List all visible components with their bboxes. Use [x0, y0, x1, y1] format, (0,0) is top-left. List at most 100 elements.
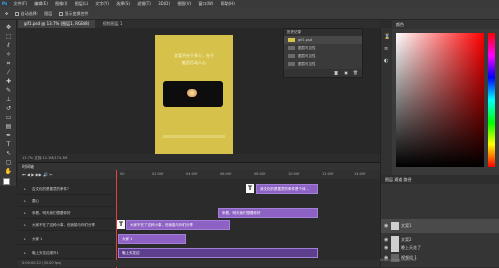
- color-panel: 颜色: [392, 20, 499, 175]
- ruler-tick: 02:00f: [152, 172, 164, 176]
- artboard[interactable]: 文案不在于多少，在于 能否打动人心: [155, 35, 233, 155]
- tab-video-layer[interactable]: 视频图层 1: [97, 20, 129, 28]
- text-layer-icon: T: [117, 220, 125, 229]
- timeline-footer: 0:00:00:12 (30.00 fps): [18, 260, 380, 267]
- move-tool-icon[interactable]: ✥: [5, 7, 8, 20]
- track-label[interactable]: ▸ 来看，明天我们想要你好: [18, 207, 114, 219]
- gradient-icon[interactable]: ▤: [3, 123, 14, 131]
- healing-icon[interactable]: ✚: [3, 78, 14, 86]
- history-item[interactable]: gif1.psd: [284, 36, 362, 44]
- artboard-caption-bar: [163, 135, 225, 138]
- video-frame: [163, 81, 223, 107]
- color-panel-title: 颜色: [392, 20, 499, 29]
- trash-icon[interactable]: 🗑: [353, 70, 358, 75]
- track-name: 大家不在了这种小事，但我能与你们分享: [32, 223, 95, 227]
- hue-slider[interactable]: [488, 33, 495, 167]
- history-item[interactable]: 图层可见性: [284, 52, 362, 60]
- foreground-color-swatch[interactable]: [3, 178, 10, 185]
- menu-layer[interactable]: 图层(L): [75, 0, 88, 7]
- history-brush-icon[interactable]: ↺: [3, 105, 14, 113]
- color-field[interactable]: [396, 33, 484, 167]
- eraser-icon[interactable]: ▭: [3, 114, 14, 122]
- timeline-clip[interactable]: 我文化的是善意的条件是个体...: [256, 184, 318, 194]
- brush-icon[interactable]: ✎: [3, 87, 14, 95]
- new-state-icon[interactable]: ▣: [344, 70, 348, 75]
- menu-window[interactable]: 窗口(W): [198, 0, 213, 7]
- menu-3d[interactable]: 3D(D): [158, 0, 170, 7]
- tools-panel: ✥ ⬚ ℓ ✧ ⌗ ⁄ ✚ ✎ ⊥ ↺ ▭ ▤ ✒ T ↖ ▢ ✋: [0, 20, 17, 186]
- crop-icon[interactable]: ⌗: [3, 60, 14, 68]
- timeline-panel: 时间轴 ⏮ ◀ ▶ ▶▶ 🔊 ✂ 00 02:00f 04:00f 06:00f…: [18, 162, 380, 268]
- timeline-clip[interactable]: 大家不在了这种小事，但我能与你们分享: [126, 220, 230, 230]
- adjustments-icon[interactable]: ◐: [384, 58, 388, 64]
- move-icon[interactable]: ✥: [3, 24, 14, 32]
- properties-icon[interactable]: ≡: [384, 46, 388, 52]
- timeline-clip[interactable]: 大家 1: [118, 234, 186, 244]
- history-item[interactable]: 图层可见性: [284, 60, 362, 68]
- layers-tabs[interactable]: 图层 通道 路径: [381, 175, 499, 184]
- lamp-image: [187, 89, 197, 97]
- history-title: 历史记录: [284, 29, 362, 36]
- history-panel-icon[interactable]: ⌛: [384, 34, 390, 40]
- tab-document[interactable]: gif1.psd @ 13.7% (图层1, RGB/8): [18, 20, 96, 28]
- text-layer-icon: T: [246, 184, 254, 193]
- menu-view[interactable]: 视图(V): [177, 0, 191, 7]
- menu-file[interactable]: 文件(F): [14, 0, 27, 7]
- timeline-title: 时间轴: [18, 163, 380, 170]
- track-label[interactable]: ▸ 晚上天花边绿升1: [18, 247, 114, 259]
- pen-icon[interactable]: ✒: [3, 132, 14, 140]
- playhead[interactable]: [116, 170, 117, 268]
- auto-select-checkbox[interactable]: 自动选择:: [14, 7, 38, 20]
- expand-arrow-icon[interactable]: ▸: [24, 247, 26, 258]
- layers-panel: 图层 通道 路径 ◉ 文案1 ◉ 文案2 ◉ 晚上天花了 ◉ 视频组 1: [380, 175, 499, 267]
- expand-arrow-icon[interactable]: ▸: [24, 183, 26, 194]
- eye-icon[interactable]: ◉: [384, 219, 388, 233]
- camera-icon[interactable]: ◙: [334, 70, 338, 75]
- timeline-ruler[interactable]: 00 02:00f 04:00f 06:00f 08:00f 10:00f 12…: [114, 170, 380, 179]
- artboard-text-line2: 能否打动人心: [182, 60, 206, 65]
- track-name: 来看，明天我们想要你好: [32, 211, 71, 215]
- history-item-label: 图层可见性: [298, 62, 316, 66]
- layer-select[interactable]: 图层: [44, 7, 52, 20]
- track-label[interactable]: ▸ 大家不在了这种小事，但我能与你们分享: [18, 219, 114, 231]
- artboard-text-line1: 文案不在于多少，在于: [174, 53, 214, 58]
- expand-arrow-icon[interactable]: ▸: [24, 219, 26, 230]
- show-transform-label: 显示变换控件: [64, 11, 89, 16]
- auto-select-label: 自动选择:: [20, 11, 38, 16]
- lasso-icon[interactable]: ℓ: [3, 42, 14, 50]
- track-label[interactable]: ▸ 要心: [18, 195, 114, 207]
- path-select-icon[interactable]: ↖: [3, 150, 14, 158]
- menu-select[interactable]: 选择(S): [116, 0, 130, 7]
- marquee-icon[interactable]: ⬚: [3, 33, 14, 41]
- menu-image[interactable]: 图像(I): [55, 0, 67, 7]
- menu-edit[interactable]: 编辑(E): [34, 0, 48, 7]
- layer-row[interactable]: ◉ 文案1: [381, 219, 499, 233]
- ruler-tick: 14:00f: [354, 172, 366, 176]
- timeline-clip[interactable]: 晚上天花边: [118, 248, 318, 258]
- expand-arrow-icon[interactable]: ▸: [24, 195, 26, 206]
- track-label[interactable]: ▸ 大家 1: [18, 233, 114, 245]
- ruler-tick: 08:00f: [254, 172, 266, 176]
- hand-icon[interactable]: ✋: [3, 168, 14, 176]
- ruler-tick: 06:00f: [220, 172, 232, 176]
- options-bar: ✥ 自动选择: 图层 显示变换控件: [0, 7, 499, 20]
- menu-filter[interactable]: 滤镜(T): [137, 0, 151, 7]
- ruler-tick: 00: [120, 172, 125, 176]
- status-bar: 13.7% 文档:12.1M/174.3M: [18, 154, 380, 162]
- type-icon[interactable]: T: [3, 141, 14, 149]
- timeline-clip[interactable]: 来看，明天我们想要你好: [218, 208, 318, 218]
- history-item[interactable]: 图层可见性: [284, 44, 362, 52]
- expand-arrow-icon[interactable]: ▸: [24, 233, 26, 244]
- stamp-icon[interactable]: ⊥: [3, 96, 14, 104]
- menu-help[interactable]: 帮助(H): [221, 0, 235, 7]
- magic-wand-icon[interactable]: ✧: [3, 51, 14, 59]
- eyedropper-icon[interactable]: ⁄: [3, 69, 14, 77]
- expand-arrow-icon[interactable]: ▸: [24, 207, 26, 218]
- menu-type[interactable]: 文字(Y): [95, 0, 109, 7]
- show-transform-checkbox[interactable]: 显示变换控件: [58, 7, 89, 20]
- track-label[interactable]: ▸ 否文化的是善意的条件?: [18, 183, 114, 195]
- ruler-tick: 04:00f: [186, 172, 198, 176]
- shape-icon[interactable]: ▢: [3, 159, 14, 167]
- playback-controls[interactable]: ⏮ ◀ ▶ ▶▶ 🔊 ✂: [18, 170, 114, 179]
- history-item-label: 图层可见性: [298, 54, 316, 58]
